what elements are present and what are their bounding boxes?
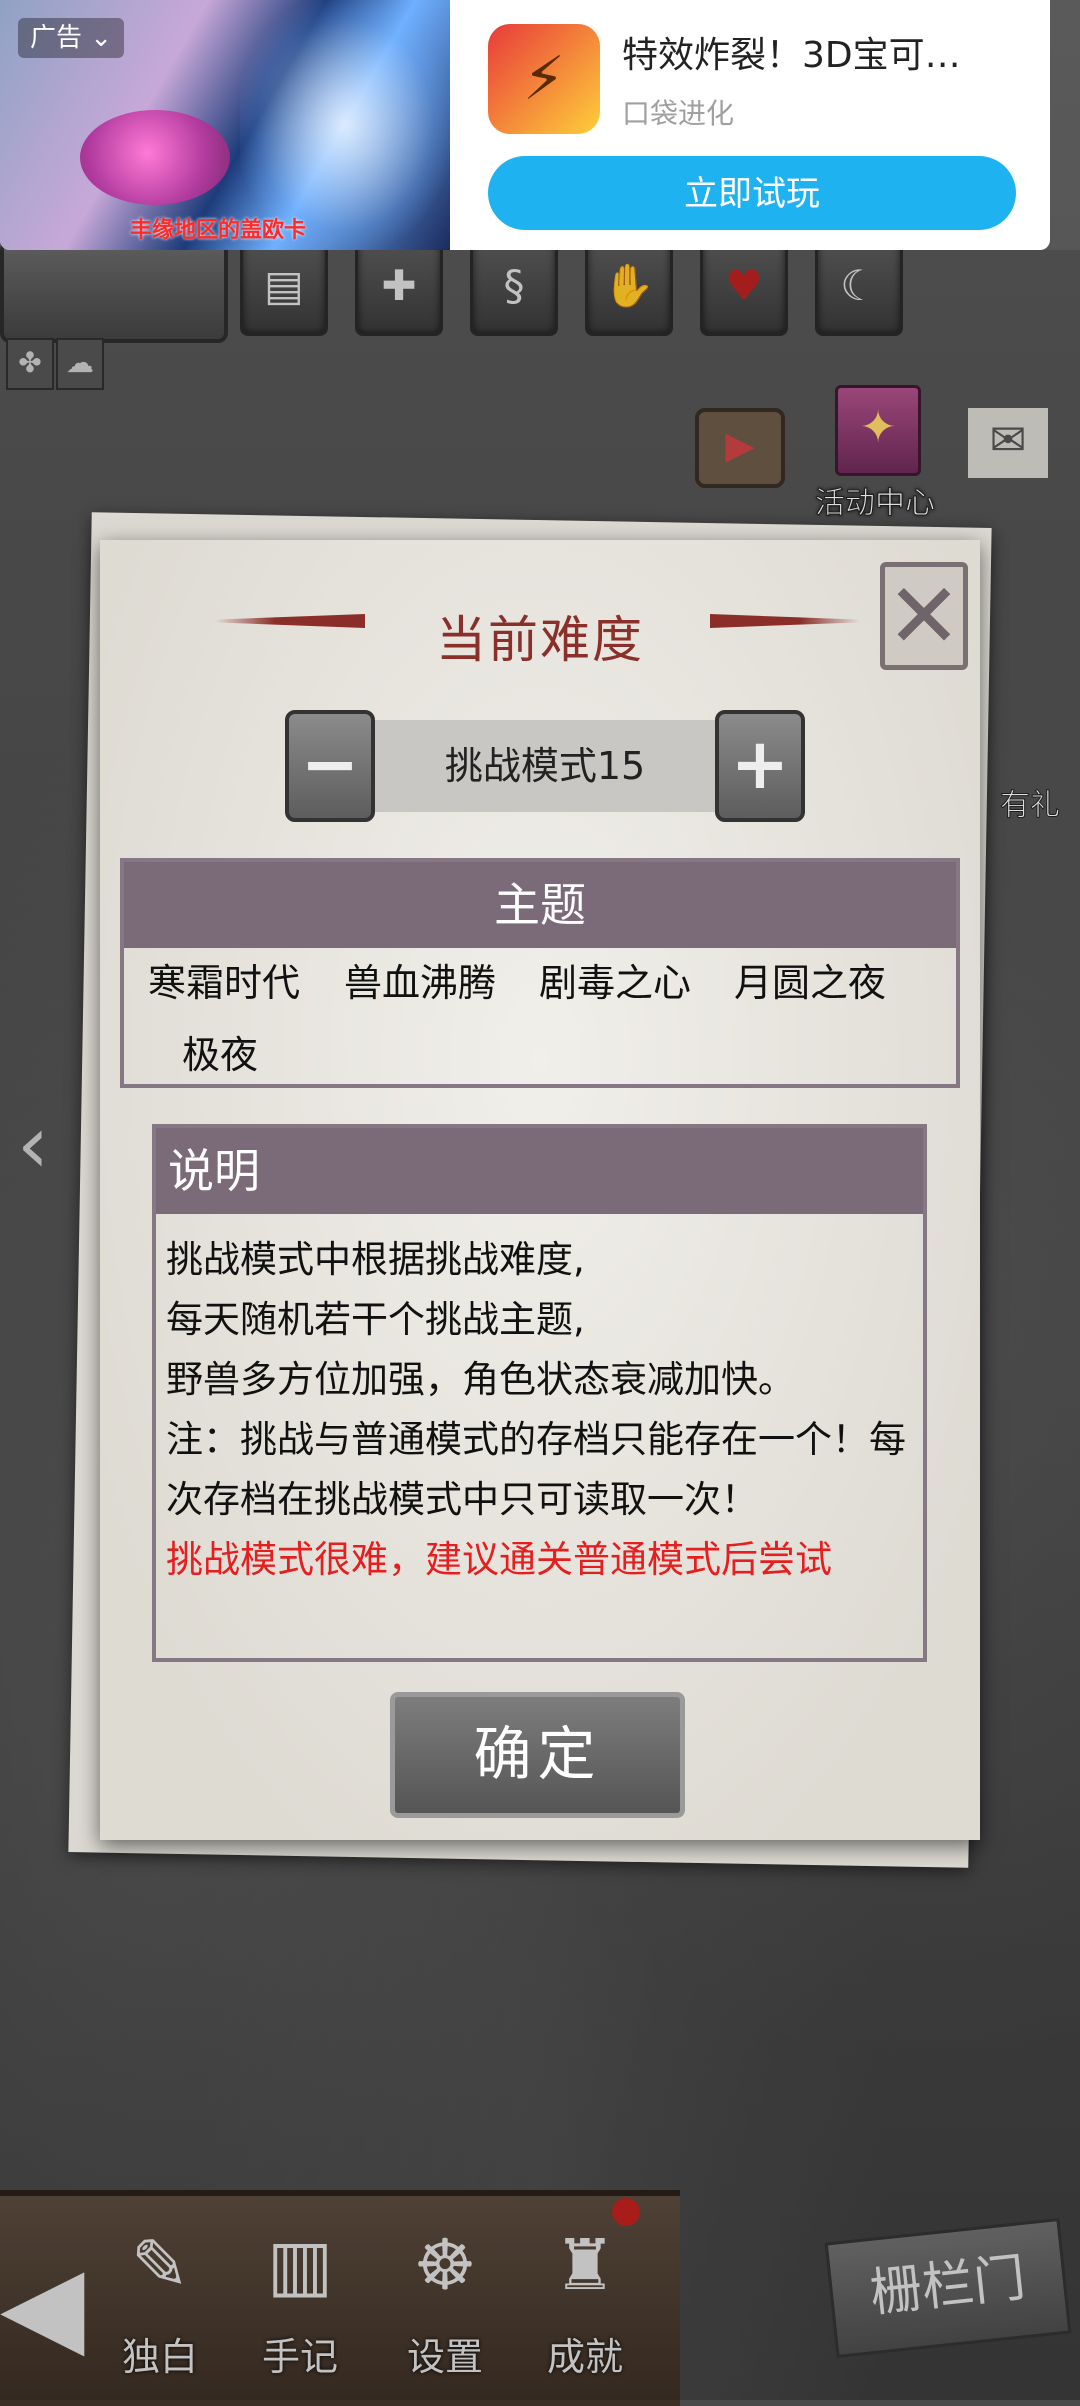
warning-text: 挑战模式很难，建议通关普通模式后尝试: [166, 1538, 832, 1581]
decrease-difficulty-button[interactable]: −: [285, 710, 375, 822]
theme-item: 极夜: [182, 1033, 259, 1077]
close-icon: ✕: [886, 564, 962, 669]
description-line: 次存档在挑战模式中只可读取一次！: [166, 1478, 758, 1521]
ad-image-caption: 丰缘地区的盖欧卡: [130, 218, 307, 243]
description-line: 挑战模式中根据挑战难度,: [166, 1238, 585, 1281]
theme-list: 寒霜时代 兽血沸腾 剧毒之心 月圆之夜 极夜: [124, 948, 956, 1088]
theme-item: 寒霜时代: [148, 961, 301, 1005]
ad-app-icon[interactable]: ⚡: [488, 24, 600, 134]
description-section: 说明 挑战模式中根据挑战难度, 每天随机若干个挑战主题, 野兽多方位加强，角色状…: [152, 1124, 927, 1662]
ad-banner[interactable]: 丰缘地区的盖欧卡 广告 ⌄ ⚡ 特效炸裂！3D宝可… 口袋进化 立即试玩: [0, 0, 1050, 250]
ad-title[interactable]: 特效炸裂！3D宝可…: [622, 26, 1002, 78]
ad-tag-dropdown[interactable]: 广告 ⌄: [18, 18, 125, 58]
difficulty-dialog: 当前难度 ✕ − 挑战模式15 + 主题 寒霜时代 兽血沸腾 剧毒之心 月圆之夜…: [100, 540, 980, 1840]
theme-header: 主题: [124, 862, 956, 948]
plus-icon: +: [730, 723, 790, 805]
description-header: 说明: [156, 1128, 923, 1214]
ad-subtitle: 口袋进化: [622, 97, 735, 130]
theme-item: 剧毒之心: [539, 961, 692, 1005]
minus-icon: −: [300, 723, 360, 805]
theme-item: 月圆之夜: [734, 961, 887, 1005]
description-line: 每天随机若干个挑战主题,: [166, 1298, 585, 1341]
confirm-button[interactable]: 确定: [390, 1692, 685, 1818]
ad-try-button[interactable]: 立即试玩: [488, 156, 1016, 230]
chevron-down-icon: ⌄: [90, 23, 113, 53]
increase-difficulty-button[interactable]: +: [715, 710, 805, 822]
close-button[interactable]: ✕: [880, 562, 968, 670]
description-body: 挑战模式中根据挑战难度, 每天随机若干个挑战主题, 野兽多方位加强，角色状态衰减…: [166, 1230, 916, 1590]
description-line: 野兽多方位加强，角色状态衰减加快。: [166, 1358, 795, 1401]
difficulty-value: 挑战模式15: [375, 720, 715, 812]
difficulty-stepper: − 挑战模式15 +: [285, 710, 805, 822]
theme-item: 兽血沸腾: [344, 961, 497, 1005]
ad-tag-label: 广告: [30, 23, 83, 53]
description-line: 注：挑战与普通模式的存档只能存在一个！每: [166, 1418, 906, 1461]
theme-section: 主题 寒霜时代 兽血沸腾 剧毒之心 月圆之夜 极夜: [120, 858, 960, 1088]
dialog-title: 当前难度: [436, 611, 644, 669]
ad-creature-art: [80, 110, 230, 205]
